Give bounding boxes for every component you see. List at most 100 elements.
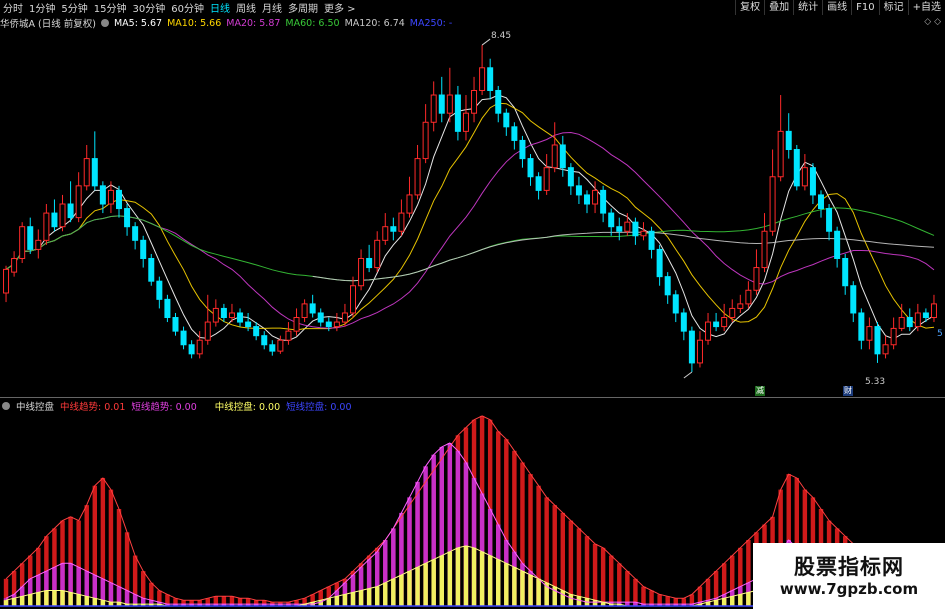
candle-body bbox=[503, 112, 510, 128]
control-bar bbox=[576, 596, 582, 606]
event-tag-b[interactable]: 财 bbox=[843, 386, 853, 396]
candle-body bbox=[406, 194, 413, 214]
control-bar bbox=[366, 588, 372, 606]
control-bar bbox=[471, 547, 477, 606]
candle-body bbox=[608, 212, 615, 228]
candle-body bbox=[672, 294, 679, 314]
candle-body bbox=[188, 344, 195, 355]
control-bar bbox=[383, 582, 388, 606]
candle-body bbox=[269, 344, 276, 352]
candle-body bbox=[75, 185, 82, 219]
candle-body bbox=[785, 130, 792, 151]
candle-body bbox=[640, 230, 647, 237]
candle-body bbox=[204, 321, 211, 341]
candle-body bbox=[600, 189, 607, 214]
candle-body bbox=[422, 121, 429, 160]
control-bar bbox=[560, 590, 566, 606]
candle-body bbox=[220, 307, 227, 319]
candle-body bbox=[511, 126, 518, 141]
candle-body bbox=[27, 226, 34, 250]
control-bar bbox=[11, 598, 17, 606]
candle-body bbox=[543, 167, 550, 191]
kline-chart[interactable] bbox=[0, 0, 945, 609]
control-bar bbox=[528, 574, 533, 606]
control-bar bbox=[374, 586, 380, 606]
control-bar bbox=[439, 555, 444, 606]
candle-body bbox=[59, 203, 66, 228]
candle-body bbox=[245, 321, 252, 328]
candle-body bbox=[374, 239, 381, 269]
candle-body bbox=[107, 189, 114, 205]
mid-trend-bar bbox=[625, 571, 630, 606]
candle-body bbox=[705, 321, 712, 341]
candle-body bbox=[317, 312, 324, 323]
control-bar bbox=[721, 598, 727, 606]
control-bar bbox=[431, 559, 436, 606]
candle-body bbox=[648, 230, 655, 250]
mid-trend-bar bbox=[576, 528, 582, 606]
control-bar bbox=[3, 600, 9, 606]
candle-body bbox=[858, 312, 865, 341]
candle-body bbox=[713, 321, 720, 328]
control-bar bbox=[358, 590, 364, 606]
control-bar bbox=[84, 596, 89, 606]
candle-body bbox=[140, 239, 147, 259]
event-tag-a[interactable]: 减 bbox=[755, 386, 765, 396]
candle-body bbox=[3, 268, 10, 294]
candle-body bbox=[35, 239, 42, 250]
control-bar bbox=[512, 567, 517, 606]
control-bar bbox=[44, 590, 49, 606]
mid-trend-bar bbox=[617, 563, 622, 606]
candle-body bbox=[696, 339, 703, 364]
candle-body bbox=[745, 289, 752, 305]
candle-body bbox=[592, 189, 599, 205]
candle-body bbox=[688, 330, 695, 364]
control-bar bbox=[487, 555, 493, 606]
control-bar bbox=[76, 594, 81, 606]
candle-body bbox=[277, 339, 284, 352]
candle-body bbox=[43, 212, 50, 241]
candle-body bbox=[253, 326, 260, 337]
candle-body bbox=[366, 257, 373, 269]
low-marker bbox=[683, 371, 693, 379]
control-bar bbox=[730, 596, 735, 606]
candle-body bbox=[382, 226, 389, 241]
candle-body bbox=[261, 335, 268, 346]
control-bar bbox=[520, 571, 525, 606]
candle-body bbox=[551, 144, 558, 169]
watermark-url: www.7gpzb.com bbox=[779, 580, 919, 598]
candle-body bbox=[471, 89, 478, 114]
mid-trend-bar bbox=[592, 543, 598, 606]
candle-body bbox=[882, 344, 889, 355]
candle-body bbox=[438, 94, 445, 114]
ma120-line bbox=[312, 231, 935, 282]
control-bar bbox=[19, 596, 25, 606]
control-bar bbox=[568, 594, 574, 606]
candle-body bbox=[212, 307, 219, 323]
candle-body bbox=[341, 312, 348, 323]
candle-body bbox=[842, 257, 849, 287]
candle-body bbox=[462, 112, 469, 132]
control-bar bbox=[455, 547, 461, 606]
control-bar bbox=[504, 563, 509, 606]
control-bar bbox=[738, 594, 743, 606]
candle-body bbox=[834, 230, 841, 259]
candle-body bbox=[575, 185, 582, 196]
candle-body bbox=[487, 67, 494, 91]
candle-body bbox=[914, 312, 921, 328]
candle-body bbox=[721, 317, 728, 328]
control-bar bbox=[28, 594, 33, 606]
mid-trend-bar bbox=[608, 555, 614, 606]
low-price-label: 5.33 bbox=[865, 377, 886, 387]
candle-body bbox=[172, 317, 179, 332]
control-bar bbox=[391, 578, 396, 606]
candle-body bbox=[680, 312, 687, 332]
candle-body bbox=[656, 248, 663, 278]
candle-body bbox=[180, 330, 187, 346]
candle-body bbox=[930, 303, 937, 319]
candle-body bbox=[285, 330, 292, 341]
candle-body bbox=[430, 94, 437, 123]
candle-body bbox=[398, 212, 405, 232]
candle-body bbox=[51, 212, 58, 228]
control-bar bbox=[536, 578, 541, 606]
